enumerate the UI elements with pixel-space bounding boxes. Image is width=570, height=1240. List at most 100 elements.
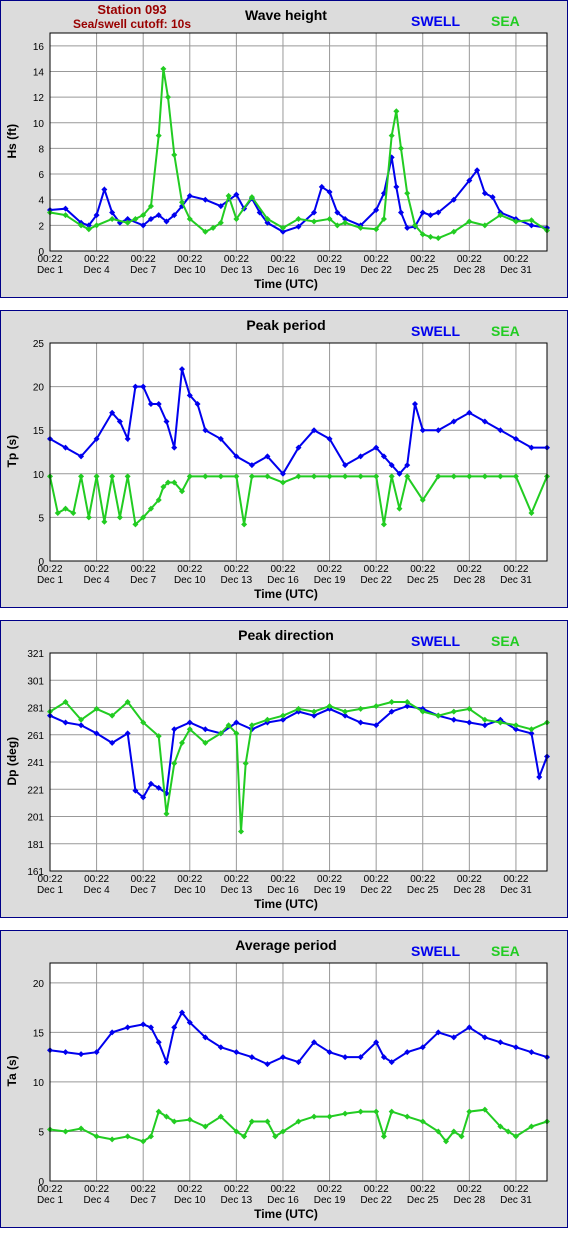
x-axis-label: Time (UTC)	[254, 897, 318, 911]
x-tick-time: 00:22	[317, 254, 342, 265]
x-tick-label: Dec 10	[174, 265, 206, 276]
y-tick-label: 12	[33, 93, 45, 104]
x-tick-time: 00:22	[364, 874, 389, 885]
x-axis-label: Time (UTC)	[254, 587, 318, 601]
x-tick-label: Dec 16	[267, 265, 299, 276]
legend-swell: SWELL	[411, 323, 460, 339]
y-axis-label: Tp (s)	[5, 434, 19, 468]
legend-swell: SWELL	[411, 13, 460, 29]
x-tick-time: 00:22	[457, 254, 482, 265]
x-tick-label: Dec 13	[221, 1195, 253, 1206]
x-tick-label: Dec 7	[130, 265, 157, 276]
x-axis-label: Time (UTC)	[254, 1207, 318, 1221]
peak-direction-panel: 00:22 Dec 1 00:22 Dec 4 00:22 Dec 7 00:22 Dec 1…	[0, 620, 568, 918]
legend-sea: SEA	[491, 943, 520, 959]
x-tick-label: Dec 28	[454, 885, 486, 896]
x-tick-time: 00:22	[364, 1184, 389, 1195]
x-tick-label: Dec 28	[454, 265, 486, 276]
chart-title: Average period	[235, 937, 337, 953]
y-tick-label: 241	[27, 758, 44, 769]
x-tick-time: 00:22	[84, 564, 109, 575]
peak-period-panel: 00:22 Dec 1 00:22 Dec 4 00:22 Dec 7 00:22 Dec 1…	[0, 310, 568, 608]
chart-title: Peak period	[246, 317, 326, 333]
x-tick-label: Dec 1	[37, 1195, 64, 1206]
x-tick-time: 00:22	[131, 1184, 156, 1195]
x-tick-time: 00:22	[503, 564, 528, 575]
y-tick-label: 321	[27, 649, 44, 660]
x-tick-time: 00:22	[503, 1184, 528, 1195]
x-tick-time: 00:22	[317, 874, 342, 885]
y-axis-label: Ta (s)	[5, 1055, 19, 1087]
plot-area	[49, 962, 548, 1182]
x-tick-label: Dec 22	[360, 1195, 392, 1206]
x-tick-label: Dec 1	[37, 885, 64, 896]
y-tick-label: 20	[33, 383, 45, 394]
x-tick-time: 00:22	[410, 254, 435, 265]
y-tick-label: 161	[27, 867, 44, 878]
x-tick-time: 00:22	[317, 1184, 342, 1195]
y-tick-label: 201	[27, 813, 44, 824]
average-period-panel: 00:22 Dec 1 00:22 Dec 4 00:22 Dec 7 00:22 Dec 1…	[0, 930, 568, 1228]
x-tick-time: 00:22	[131, 254, 156, 265]
x-tick-label: Dec 4	[84, 265, 111, 276]
x-tick-label: Dec 1	[37, 575, 64, 586]
x-tick-time: 00:22	[364, 564, 389, 575]
y-tick-label: 5	[38, 1127, 44, 1138]
y-tick-label: 181	[27, 840, 44, 851]
x-tick-label: Dec 19	[314, 885, 346, 896]
x-tick-label: Dec 7	[130, 1195, 157, 1206]
x-tick-time: 00:22	[410, 564, 435, 575]
x-tick-time: 00:22	[84, 1184, 109, 1195]
x-tick-time: 00:22	[84, 254, 109, 265]
y-axis-label: Hs (ft)	[5, 123, 19, 159]
x-tick-time: 00:22	[177, 564, 202, 575]
x-tick-time: 00:22	[317, 564, 342, 575]
y-tick-label: 301	[27, 676, 44, 687]
x-tick-time: 00:22	[131, 874, 156, 885]
y-tick-label: 0	[38, 247, 44, 258]
y-axis-label: Dp (deg)	[5, 736, 19, 786]
x-tick-label: Dec 7	[130, 575, 157, 586]
x-axis-label: Time (UTC)	[254, 277, 318, 291]
legend-sea: SEA	[491, 633, 520, 649]
x-tick-label: Dec 22	[360, 265, 392, 276]
wave-height-panel: 00:22 Dec 1 00:22 Dec 4 00:22 Dec 7 00:22 Dec 1…	[0, 0, 568, 298]
legend-swell: SWELL	[411, 943, 460, 959]
x-tick-label: Dec 7	[130, 885, 157, 896]
x-tick-label: Dec 16	[267, 885, 299, 896]
y-tick-label: 15	[33, 426, 45, 437]
x-tick-label: Dec 22	[360, 885, 392, 896]
x-tick-label: Dec 16	[267, 1195, 299, 1206]
x-tick-label: Dec 28	[454, 575, 486, 586]
y-tick-label: 281	[27, 704, 44, 715]
x-tick-time: 00:22	[457, 1184, 482, 1195]
y-tick-label: 10	[33, 119, 45, 130]
x-tick-time: 00:22	[270, 564, 295, 575]
x-tick-time: 00:22	[364, 254, 389, 265]
chart-title: Peak direction	[238, 627, 334, 643]
x-tick-time: 00:22	[270, 874, 295, 885]
x-tick-label: Dec 25	[407, 575, 439, 586]
y-tick-label: 10	[33, 1078, 45, 1089]
x-tick-label: Dec 22	[360, 575, 392, 586]
x-tick-label: Dec 31	[500, 575, 532, 586]
y-tick-label: 20	[33, 979, 45, 990]
y-tick-label: 4	[38, 196, 44, 207]
x-tick-label: Dec 1	[37, 265, 64, 276]
x-tick-label: Dec 25	[407, 265, 439, 276]
x-tick-label: Dec 10	[174, 885, 206, 896]
x-tick-label: Dec 25	[407, 885, 439, 896]
x-tick-label: Dec 10	[174, 575, 206, 586]
chart-title: Wave height	[245, 7, 327, 23]
peak-direction-chart: 00:22Dec 100:22Dec 400:22Dec 700:22Dec 1…	[27, 649, 550, 896]
y-tick-label: 8	[38, 144, 44, 155]
y-tick-label: 2	[38, 221, 44, 232]
x-tick-label: Dec 31	[500, 885, 532, 896]
x-tick-time: 00:22	[224, 564, 249, 575]
x-tick-time: 00:22	[84, 874, 109, 885]
legend-sea: SEA	[491, 323, 520, 339]
x-tick-label: Dec 13	[221, 575, 253, 586]
x-tick-label: Dec 19	[314, 575, 346, 586]
x-tick-label: Dec 31	[500, 265, 532, 276]
y-tick-label: 0	[38, 1177, 44, 1188]
